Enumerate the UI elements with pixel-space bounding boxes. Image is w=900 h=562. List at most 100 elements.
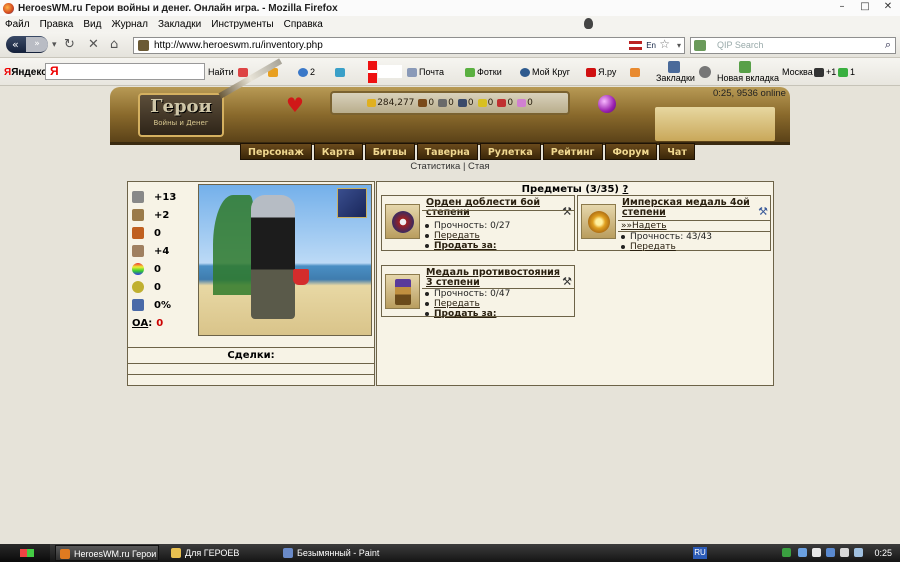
history-dropdown-icon[interactable]: ▾ [52,40,57,50]
blank-field [378,65,402,78]
item-name-link[interactable]: Имперская медаль 4ой степени [622,198,756,218]
yandex-mycircle-button[interactable]: Мой Круг [520,67,570,78]
item-sell-link[interactable]: Продать за: [425,309,496,320]
new-tab-icon[interactable] [739,61,751,73]
item-sell-link[interactable]: Продать за: [425,241,496,252]
oa-link[interactable]: ОА [132,318,148,329]
home-icon[interactable]: ⌂ [110,37,118,52]
game-navigation: Персонаж Карта Битвы Таверна Рулетка Рей… [240,143,695,160]
yandex-toolbar: ЯЯндекс Я Найти 2 Почта Фотки Мой Круг Я… [0,58,900,86]
menu-history[interactable]: Журнал [111,19,148,30]
item-icon[interactable] [581,204,616,239]
taskbar-paint[interactable]: Безымянный - Paint [279,545,389,561]
taskbar-folder[interactable]: Для ГЕРОЕВ [167,545,271,561]
item-icon[interactable] [385,274,420,309]
new-tab-button[interactable]: Новая вкладка [717,73,779,83]
url-dropdown-icon[interactable]: ▾ [677,38,681,53]
alien-icon [584,18,593,29]
nav-tavern[interactable]: Таверна [416,143,478,160]
crystals-icon [497,98,507,107]
yandex-yaru-button[interactable]: Я.ру [586,67,616,78]
repair-hammer-icon[interactable]: ⚒ [562,205,572,218]
forward-button[interactable]: » [26,37,48,52]
taskbar-firefox[interactable]: HeroesWM.ru Герои ... [55,545,159,561]
menu-view[interactable]: Вид [83,19,101,30]
castle-artwork [655,107,775,141]
spellbook-icon[interactable] [337,188,367,218]
yandex-mail-button[interactable]: Почта [407,67,444,78]
tray-icon[interactable] [782,548,791,557]
yandex-comments[interactable]: 2 [298,67,315,78]
stat-defense: +2 [132,206,190,224]
yandex-translate-icon[interactable] [335,67,347,78]
network-icon[interactable] [854,548,863,557]
subnav-statistics-link[interactable]: Статистика [410,161,460,172]
menu-tools[interactable]: Инструменты [211,19,273,30]
character-portrait[interactable] [198,184,372,336]
address-bar[interactable]: http://www.heroeswm.ru/inventory.php En … [133,37,685,54]
item-name-link[interactable]: Орден доблести 6ой степени [426,198,560,218]
menu-help[interactable]: Справка [284,19,323,30]
maximize-button[interactable]: □ [855,1,875,14]
back-button[interactable]: «» [6,36,48,53]
tray-icon[interactable] [798,548,807,557]
gold-icon [367,98,377,107]
start-button[interactable] [0,544,50,562]
repair-hammer-icon[interactable]: ⚒ [758,205,768,218]
yandex-ya-icon: Я [50,64,59,78]
language-indicator[interactable]: RU [693,547,707,559]
stop-icon[interactable]: ✕ [88,37,99,52]
nav-battles[interactable]: Битвы [364,143,415,160]
nav-roulette[interactable]: Рулетка [479,143,541,160]
bookmarks-icon[interactable] [668,61,680,73]
repair-hammer-icon[interactable]: ⚒ [562,275,572,288]
yandex-photos-button[interactable]: Фотки [465,67,502,78]
system-clock[interactable]: 0:25 [874,544,892,562]
mercury-icon [457,98,467,107]
nav-character[interactable]: Персонаж [240,143,312,160]
palm-tree-decoration [213,195,253,295]
minimize-button[interactable]: – [832,1,852,14]
nav-rating[interactable]: Рейтинг [542,143,603,160]
item-transfer-link[interactable]: Передать [621,242,676,253]
reload-icon[interactable]: ↻ [64,37,75,52]
inventory-panel: Предметы (3/35) ? Орден доблести 6ой сте… [376,181,774,386]
inventory-help-link[interactable]: ? [623,184,629,195]
volume-icon[interactable] [840,548,849,557]
qip-search-engine-icon[interactable] [694,40,706,51]
item-icon[interactable] [385,204,420,239]
yandex-counter[interactable]: 1 [838,67,855,78]
inventory-item: Медаль противостояния 3 степени ⚒ Прочно… [381,265,575,320]
yandex-search-input[interactable]: Я [45,63,205,80]
weather-city[interactable]: Москва [782,67,813,77]
menu-bookmarks[interactable]: Закладки [158,19,201,30]
menu-bar: Файл Правка Вид Журнал Закладки Инструме… [0,16,900,32]
language-indicator[interactable]: En [646,38,656,53]
subnav-flock-link[interactable]: Стая [468,161,490,172]
inventory-item: Имперская медаль 4ой степени ⚒ »»Надеть … [577,195,771,253]
yandex-search-button[interactable]: Найти [208,67,234,77]
stat-morale: 0 [132,278,190,296]
menu-edit[interactable]: Правка [40,19,74,30]
stat-spellpower: 0 [132,224,190,242]
nav-map[interactable]: Карта [313,143,363,160]
item-name-link[interactable]: Медаль противостояния 3 степени [426,268,560,288]
game-logo[interactable]: Герои Войны и Денег [138,93,224,137]
character-panel: +13 +2 0 +4 0 0 0% ОА:0 Сделки: [127,181,375,386]
settings-gear-icon[interactable] [699,66,711,78]
weather-temperature[interactable]: +1 [814,67,836,78]
search-box[interactable]: QIP Search ⌕ [690,37,896,54]
yandex-widget-icon[interactable] [630,67,642,78]
close-button[interactable]: ✕ [878,1,898,14]
firefox-icon [60,549,70,559]
knowledge-icon [132,245,144,257]
bookmark-star-icon[interactable]: ☆ [659,37,670,52]
search-icon[interactable]: ⌕ [885,38,891,53]
nav-forum[interactable]: Форум [604,143,658,160]
menu-file[interactable]: Файл [5,19,30,30]
tray-icon[interactable] [826,548,835,557]
nav-chat[interactable]: Чат [659,143,695,160]
bookmarks-button[interactable]: Закладки [656,73,695,83]
tray-icon[interactable] [812,548,821,557]
yandex-logo[interactable]: ЯЯндекс [4,67,47,78]
